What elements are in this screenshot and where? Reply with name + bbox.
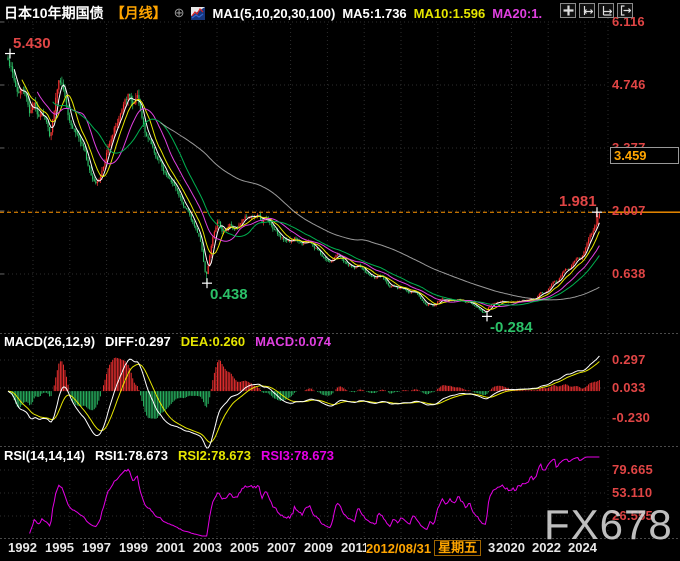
scale-right-button[interactable] [598, 3, 614, 18]
cursor-weekday-label: 星期五 [434, 540, 482, 556]
macd-header: MACD(26,12,9) DIFF:0.297 DEA:0.260 MACD:… [4, 334, 331, 349]
rsi1-value: RSI1:78.673 [94, 448, 168, 463]
fx678-watermark: FX678 [544, 501, 673, 548]
scale-left-icon [583, 6, 593, 15]
macd-settings-label: MACD(26,12,9) [4, 334, 96, 349]
rsi2-value: RSI2:78.673 [177, 448, 251, 463]
ma20-value: MA20:1. [492, 5, 543, 21]
toolbar-buttons [560, 3, 633, 18]
exit-panel-button[interactable] [617, 3, 633, 18]
zoom-out-icon[interactable]: ⊕ [174, 5, 185, 21]
cursor-date-box: 2012/08/31 星期五 [366, 540, 482, 556]
rsi3-value: RSI3:78.673 [260, 448, 334, 463]
cursor-date-label: 2012/08/31 [366, 540, 432, 556]
rsi-header: RSI(14,14,14) RSI1:78.673 RSI2:78.673 RS… [4, 448, 334, 463]
instrument-title: 日本10年期国债 [4, 5, 104, 21]
cursor-price-box: 3.459 [610, 147, 679, 164]
macd-dea-value: DEA:0.260 [180, 334, 246, 349]
rsi-settings-label: RSI(14,14,14) [4, 448, 85, 463]
chart-toolbar: 日本10年期国债 【月线】 ⊕ MA1(5,10,20,30,100) MA5:… [4, 3, 542, 23]
chart-thumbnail-icon[interactable] [191, 6, 206, 20]
chart-canvas[interactable] [0, 0, 680, 561]
exit-right-icon [620, 5, 631, 16]
ma5-value: MA5:1.736 [342, 5, 407, 21]
macd-macd-value: MACD:0.074 [255, 334, 331, 349]
ma-settings-label: MA1(5,10,20,30,100) [212, 5, 336, 21]
scale-left-button[interactable] [579, 3, 595, 18]
move-icon [563, 5, 573, 16]
move-button[interactable] [560, 3, 576, 18]
scale-right-icon [602, 6, 612, 16]
chart-window: 6.1164.7463.3772.0070.6380.2970.033-0.23… [0, 0, 680, 561]
macd-diff-value: DIFF:0.297 [105, 334, 171, 349]
timeframe-label[interactable]: 【月线】 [111, 3, 167, 23]
ma10-value: MA10:1.596 [413, 5, 486, 21]
